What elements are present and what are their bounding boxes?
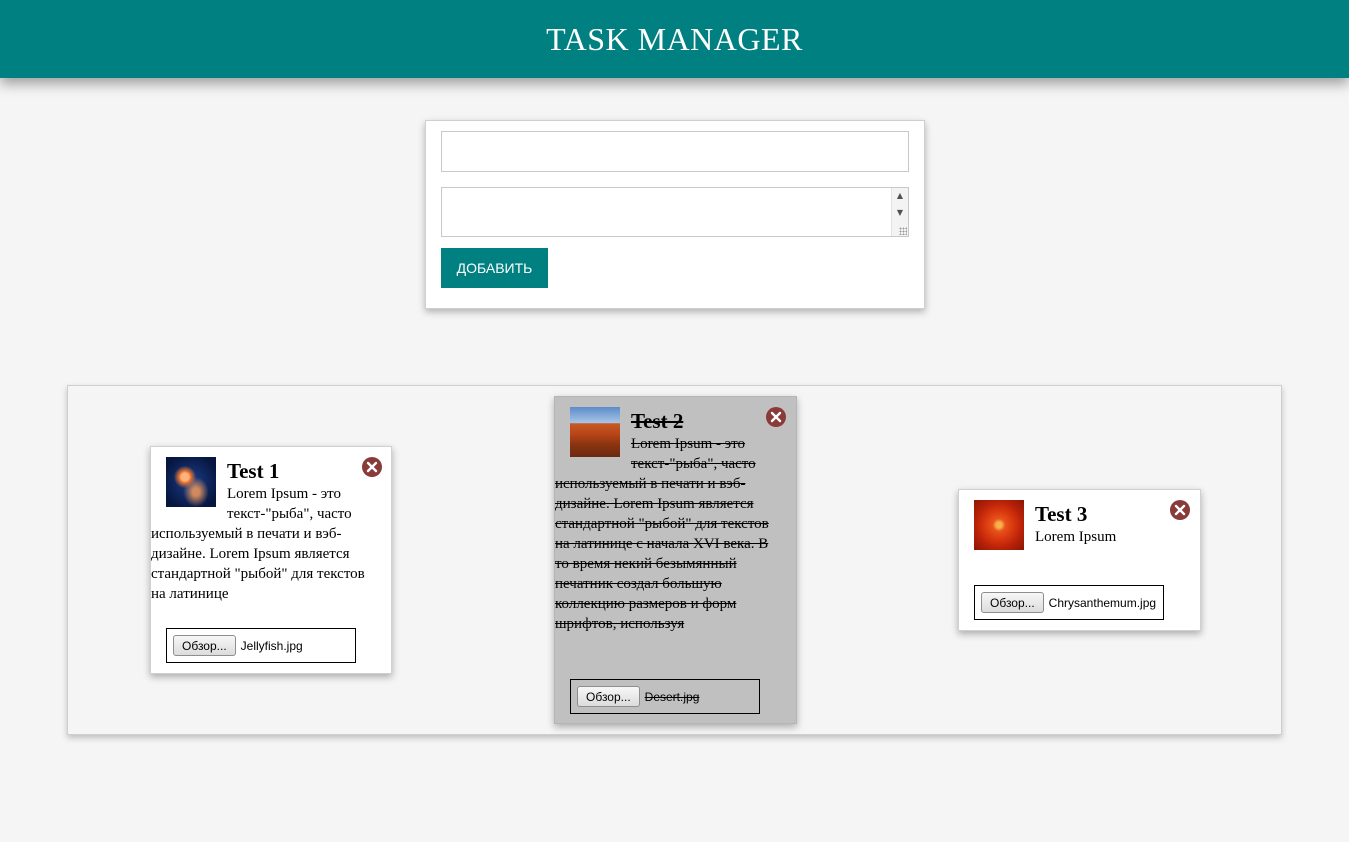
task-card-3[interactable]: Test 3 Lorem Ipsum Обзор... Chrysanthemu… [958,489,1201,631]
file-name: Chrysanthemum.jpg [1048,595,1157,610]
app-title: TASK MANAGER [546,20,803,57]
file-name: Desert.jpg [644,689,700,704]
browse-button[interactable]: Обзор... [173,635,236,656]
file-input: Обзор... Desert.jpg [570,679,760,714]
desert-image [570,407,620,457]
scroll-down-arrow-icon[interactable]: ▼ [892,206,908,220]
jellyfish-image [166,457,216,507]
task-description: Lorem Ipsum - это текст-"рыба", часто ис… [555,436,769,632]
task-description-input[interactable] [442,188,892,236]
file-input: Обзор... Chrysanthemum.jpg [974,585,1164,620]
add-task-button[interactable]: ДОБАВИТЬ [441,248,548,288]
scroll-up-arrow-icon[interactable]: ▲ [892,189,908,203]
delete-task-icon[interactable] [766,407,786,427]
file-input: Обзор... Jellyfish.jpg [166,628,356,663]
delete-task-icon[interactable] [1170,500,1190,520]
task-title-input[interactable] [441,131,909,172]
chrysanthemum-image [974,500,1024,550]
browse-button[interactable]: Обзор... [981,592,1044,613]
task-board: Test 1 Lorem Ipsum - это текст-"рыба", ч… [67,385,1282,735]
resize-grip-icon[interactable] [899,227,907,235]
delete-task-icon[interactable] [362,457,382,477]
browse-button[interactable]: Обзор... [577,686,640,707]
task-description-field: ▲ ▼ [441,187,909,237]
file-name: Jellyfish.jpg [240,638,303,653]
new-task-form: ▲ ▼ ДОБАВИТЬ [425,120,925,309]
task-card-1[interactable]: Test 1 Lorem Ipsum - это текст-"рыба", ч… [150,446,392,674]
app-header: TASK MANAGER [0,0,1349,78]
task-card-2[interactable]: Test 2 Lorem Ipsum - это текст-"рыба", ч… [554,396,797,724]
